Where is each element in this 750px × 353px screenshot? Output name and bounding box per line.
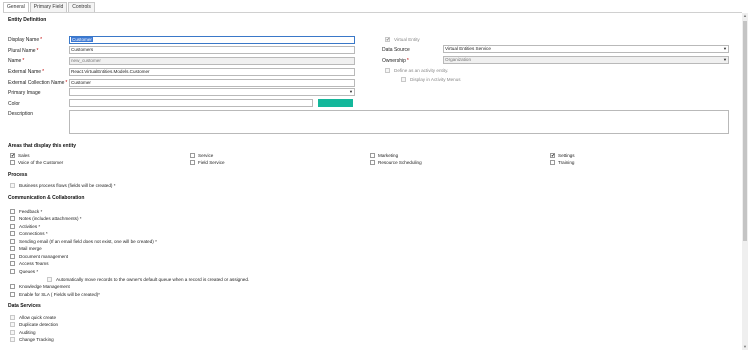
area-voc-label: Voice of the Customer [18,160,64,165]
primary-image-label: Primary Image [8,90,41,96]
mail-merge-label: Mail merge [19,246,42,251]
queues-label: Queues * [19,269,39,274]
duplicate-detection-checkbox [10,322,15,327]
vertical-scrollbar[interactable]: ▲ ▼ [742,13,748,350]
area-training-label: Training [558,160,575,165]
area-voc-checkbox[interactable] [10,160,15,165]
define-activity-label: Define as an activity entity. [394,68,449,73]
communication-heading: Communication & Collaboration [8,195,85,201]
display-activity-menus-checkbox [401,77,406,82]
data-source-value: Virtual Entities Service [445,46,491,51]
area-marketing-checkbox[interactable] [370,153,375,158]
area-sales-checkbox[interactable]: ✔ [10,153,15,159]
auto-move-checkbox [47,277,52,282]
change-tracking-checkbox [10,337,15,342]
sending-email-label: Sending email (If an email field does no… [19,239,157,244]
auditing-label: Auditing [19,330,36,335]
connections-checkbox[interactable] [10,231,15,236]
ownership-label: Ownership* [382,58,409,64]
quick-create-checkbox [10,315,15,320]
area-service-label: Service [198,153,214,158]
plural-name-field[interactable]: Customers [69,46,355,54]
area-field-service-label: Field Service [198,160,225,165]
tab-controls[interactable]: Controls [68,2,95,12]
knowledge-checkbox[interactable] [10,284,15,289]
scroll-up-icon[interactable]: ▲ [742,13,748,19]
color-field[interactable] [69,99,313,107]
auditing-checkbox [10,330,15,335]
define-activity-checkbox [385,68,390,73]
tab-bar: General Primary Field Controls [3,2,96,12]
connections-label: Connections * [19,231,48,236]
access-teams-checkbox[interactable] [10,261,15,266]
chevron-down-icon: ▼ [723,57,727,62]
description-field[interactable] [69,110,729,134]
name-label: Name* [8,58,25,64]
area-settings-checkbox[interactable]: ✔ [550,153,555,159]
feedback-label: Feedback * [19,209,43,214]
external-collection-label: External Collection Name* [8,80,68,86]
quick-create-label: Allow quick create [19,315,57,320]
knowledge-label: Knowledge Management [19,284,70,289]
area-resource-scheduling-checkbox[interactable] [370,160,375,165]
description-label: Description [8,111,34,117]
virtual-entity-label: Virtual Entity [394,37,420,42]
document-management-checkbox[interactable] [10,254,15,259]
tab-general[interactable]: General [3,2,29,12]
virtual-entity-checkbox: ✔ [385,37,391,43]
notes-label: Notes (includes attachments) * [19,216,82,221]
process-heading: Process [8,172,28,178]
external-name-field[interactable]: React.VirtualEntities.Models.Customer [69,68,355,76]
display-name-field[interactable]: Customer [69,36,355,44]
duplicate-detection-label: Duplicate detection [19,322,59,327]
sla-checkbox[interactable] [10,292,15,297]
external-collection-field[interactable]: Customer [69,79,355,87]
access-teams-label: Access Teams [19,261,49,266]
auto-move-label: Automatically move records to the owner'… [56,277,250,282]
tab-primary-field[interactable]: Primary Field [29,2,68,12]
mail-merge-checkbox[interactable] [10,246,15,251]
area-sales-label: Sales [18,153,30,158]
display-name-value: Customer [71,37,93,42]
ownership-value: Organization [445,57,472,62]
primary-image-select[interactable]: ▼ [69,88,355,96]
name-field: new_customer [69,57,355,65]
data-services-heading: Data Services [8,303,41,309]
color-swatch[interactable] [318,99,353,107]
plural-name-label: Plural Name* [8,48,39,54]
scrollbar-thumb[interactable] [743,21,747,241]
bpf-checkbox [10,183,15,188]
data-source-select[interactable]: Virtual Entities Service ▼ [443,45,729,53]
activities-label: Activities * [19,224,41,229]
area-settings-label: Settings [558,153,575,158]
area-field-service-checkbox[interactable] [190,160,195,165]
chevron-down-icon: ▼ [349,89,353,94]
area-training-checkbox[interactable] [550,160,555,165]
queues-checkbox[interactable] [10,269,15,274]
activities-checkbox[interactable] [10,224,15,229]
area-resource-scheduling-label: Resource Scheduling [378,160,422,165]
sending-email-checkbox[interactable] [10,239,15,244]
display-activity-menus-label: Display in Activity Menus [410,77,461,82]
scroll-down-icon[interactable]: ▼ [742,344,748,350]
entity-definition-heading: Entity Definition [8,17,47,23]
feedback-checkbox[interactable] [10,209,15,214]
ownership-select: Organization ▼ [443,56,729,64]
area-service-checkbox[interactable] [190,153,195,158]
notes-checkbox[interactable] [10,216,15,221]
data-source-label: Data Source [382,47,410,53]
areas-heading: Areas that display this entity [8,143,77,149]
sla-label: Enable for SLA ( Fields will be created)… [19,292,100,297]
chevron-down-icon: ▼ [723,46,727,51]
change-tracking-label: Change Tracking [19,337,54,342]
tab-divider [3,12,742,13]
bpf-label: Business process flows (fields will be c… [19,183,116,188]
color-label: Color [8,101,20,107]
external-name-label: External Name* [8,69,45,75]
area-marketing-label: Marketing [378,153,399,158]
display-name-label: Display Name* [8,37,43,43]
document-management-label: Document management [19,254,69,259]
